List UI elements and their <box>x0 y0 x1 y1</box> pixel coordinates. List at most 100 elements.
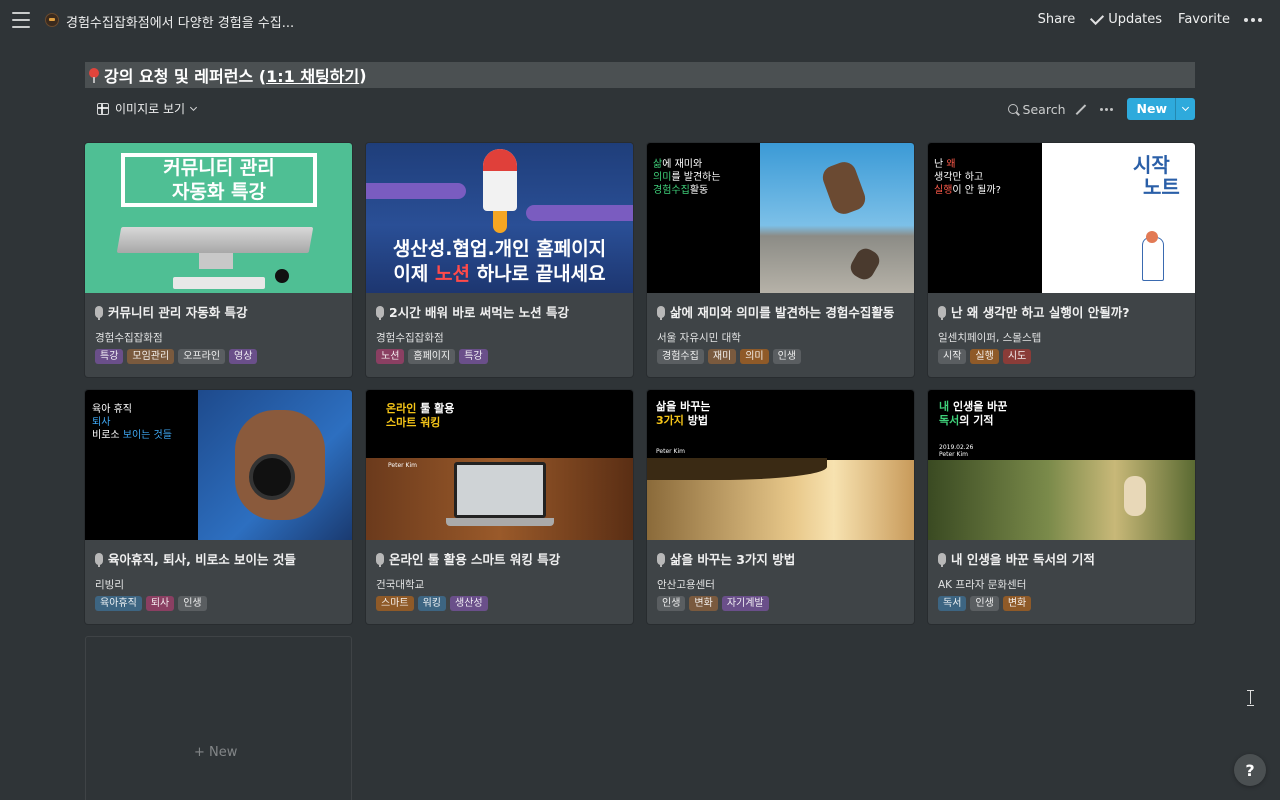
card-organizer: 서울 자유시민 대학 <box>657 332 741 344</box>
pin-icon <box>88 68 100 83</box>
cover-text-highlight: 삶 <box>653 159 663 170</box>
tag: 워킹 <box>417 596 447 611</box>
card-title: 난 왜 생각만 하고 실행이 안될까? <box>938 302 1130 321</box>
cover-text-part: 이 안 될까? <box>952 185 1001 196</box>
cover-title-line: 생산성.협업.개인 홈페이지 <box>392 238 607 260</box>
view-options-icon[interactable] <box>1096 107 1117 111</box>
card-title-text: 2시간 배워 바로 써먹는 노션 특강 <box>389 305 569 320</box>
card-title: 내 인생을 바꾼 독서의 기적 <box>938 549 1095 568</box>
share-button[interactable]: Share <box>1030 8 1084 31</box>
cover-text-highlight: 보이는 것들 <box>122 430 172 441</box>
cover-text-part: 활동 <box>689 185 709 196</box>
cover-text-part: 하나로 끝내세요 <box>469 263 606 285</box>
microphone-icon <box>95 552 103 567</box>
card-title-text: 삶을 바꾸는 3가지 방법 <box>670 552 796 567</box>
card-tags: 독서 인생 변화 <box>938 596 1032 611</box>
book-cover-photo <box>1042 143 1195 293</box>
view-bar: 이미지로 보기 Search New <box>85 96 1195 122</box>
mouse-illustration <box>275 269 289 283</box>
tag: 오프라인 <box>178 349 226 364</box>
cover-title-line: 자동화 특강 <box>171 181 266 203</box>
tag: 경험수집 <box>657 349 704 364</box>
more-options-icon[interactable] <box>1238 14 1268 26</box>
cover-text-highlight: 독서 <box>939 414 960 427</box>
card-cover-image: 시작 노트 난 왜 생각만 하고 실행이 안 될까? <box>928 143 1195 293</box>
tag: 퇴사 <box>145 596 175 611</box>
cover-text-part: 를 발견하는 <box>671 172 721 183</box>
add-new-card[interactable]: + New <box>85 636 352 800</box>
expand-icon[interactable] <box>1076 104 1086 114</box>
microphone-icon <box>657 305 665 320</box>
view-selector[interactable]: 이미지로 보기 <box>97 100 198 117</box>
tag: 실행 <box>970 349 999 364</box>
tag: 인생 <box>657 596 686 611</box>
sidebar-toggle-icon[interactable] <box>12 12 30 28</box>
view-actions: Search New <box>1007 98 1195 120</box>
card-organizer: 경험수집잡화점 <box>376 332 444 344</box>
add-new-text: New <box>209 745 238 760</box>
microphone-icon <box>938 305 946 320</box>
card-title: 육아휴직, 퇴사, 비로소 보이는 것들 <box>95 549 296 568</box>
cover-title-line: 난 왜 <box>934 159 956 172</box>
cover-title-line: 3가지 방법 <box>656 414 708 428</box>
search-label: Search <box>1022 101 1066 117</box>
updates-label: Updates <box>1108 12 1163 27</box>
cover-text-highlight: 경험수집 <box>653 185 690 196</box>
cover-text-part: 방법 <box>683 414 708 427</box>
tag: 홈페이지 <box>408 349 456 364</box>
search-button[interactable]: Search <box>1007 101 1066 117</box>
tag: 인생 <box>178 596 207 611</box>
card-cover-image: 커뮤니티 관리 자동화 특강 <box>85 143 352 293</box>
plus-icon: + <box>194 745 210 760</box>
card-cover-image: 삶을 바꾸는 3가지 방법 Peter Kim <box>647 390 914 540</box>
favorite-button[interactable]: Favorite <box>1170 8 1238 31</box>
add-new-label: + New <box>194 745 237 760</box>
tag: 재미 <box>707 349 737 364</box>
card-tags: 특강 모임관리 오프라인 영상 <box>95 349 258 364</box>
card-organizer: AK 프라자 문화센터 <box>938 579 1027 591</box>
card-title-text: 삶에 재미와 의미를 발견하는 경험수집활동 <box>670 305 895 320</box>
page-emoji-icon <box>45 13 59 27</box>
database-title[interactable]: 강의 요청 및 레퍼런스 (1:1 채팅하기) <box>85 62 1195 88</box>
gallery-card[interactable]: 내 인생을 바꾼 독서의 기적 2019.02.26 Peter Kim 내 인… <box>928 390 1195 624</box>
reader-figure <box>1124 476 1146 516</box>
chevron-down-icon <box>190 103 198 111</box>
gallery-card[interactable]: 온라인 툴 활용 스마트 워킹 Peter Kim 온라인 툴 활용 스마트 워… <box>366 390 633 624</box>
cover-author: Peter Kim <box>656 448 685 455</box>
chat-link[interactable]: 1:1 채팅하기 <box>266 63 359 87</box>
new-dropdown-button[interactable] <box>1175 98 1195 120</box>
card-title-text: 온라인 툴 활용 스마트 워킹 특강 <box>389 552 561 567</box>
gallery-card[interactable]: 생산성.협업.개인 홈페이지 이제 노션 하나로 끝내세요 2시간 배워 바로 … <box>366 143 633 377</box>
top-actions: Share Updates Favorite <box>1030 8 1268 31</box>
gallery-card[interactable]: 육아 휴직 퇴사 비로소 보이는 것들 육아휴직, 퇴사, 비로소 보이는 것들… <box>85 390 352 624</box>
tag: 자기계발 <box>721 596 769 611</box>
new-record-button[interactable]: New <box>1127 98 1176 120</box>
card-title-text: 내 인생을 바꾼 독서의 기적 <box>951 552 1095 567</box>
cover-text-part: 이제 <box>393 263 435 285</box>
card-organizer: 경험수집잡화점 <box>95 332 163 344</box>
top-bar: 경험수집잡화점에서 다양한 경험을 수집... Share Updates Fa… <box>0 0 1280 40</box>
view-name: 이미지로 보기 <box>115 102 186 116</box>
gallery-card[interactable]: 시작 노트 난 왜 생각만 하고 실행이 안 될까? 난 왜 생각만 하고 실행… <box>928 143 1195 377</box>
cover-title-line: 생각만 하고 <box>934 172 984 183</box>
breadcrumb[interactable]: 경험수집잡화점에서 다양한 경험을 수집... <box>66 12 294 31</box>
cover-title-line: 온라인 툴 활용 <box>386 402 454 416</box>
monitor-illustration <box>116 227 314 253</box>
tag: 독서 <box>938 596 967 611</box>
gallery-card[interactable]: 삶에 재미와 의미를 발견하는 경험수집활동 삶에 재미와 의미를 발견하는 경… <box>647 143 914 377</box>
keyboard-illustration <box>173 277 265 289</box>
cover-text-part: 난 <box>934 159 947 170</box>
gallery-card[interactable]: 커뮤니티 관리 자동화 특강 커뮤니티 관리 자동화 특강 경험수집잡화점 특강… <box>85 143 352 377</box>
database-title-prefix: 강의 요청 및 레퍼런스 ( <box>104 67 267 86</box>
gallery-icon <box>97 102 109 115</box>
help-button[interactable]: ? <box>1234 754 1266 786</box>
gallery-card[interactable]: 삶을 바꾸는 3가지 방법 Peter Kim 삶을 바꾸는 3가지 방법 안산… <box>647 390 914 624</box>
card-tags: 노션 홈페이지 특강 <box>376 349 488 364</box>
tag: 변화 <box>1002 596 1032 611</box>
card-title-text: 육아휴직, 퇴사, 비로소 보이는 것들 <box>108 552 296 567</box>
card-title: 삶에 재미와 의미를 발견하는 경험수집활동 <box>657 302 894 321</box>
tag: 생산성 <box>450 596 488 611</box>
updates-button[interactable]: Updates <box>1083 8 1170 31</box>
person-head <box>1146 231 1158 243</box>
cover-text-part: 인생을 바꾼 <box>949 400 1008 413</box>
